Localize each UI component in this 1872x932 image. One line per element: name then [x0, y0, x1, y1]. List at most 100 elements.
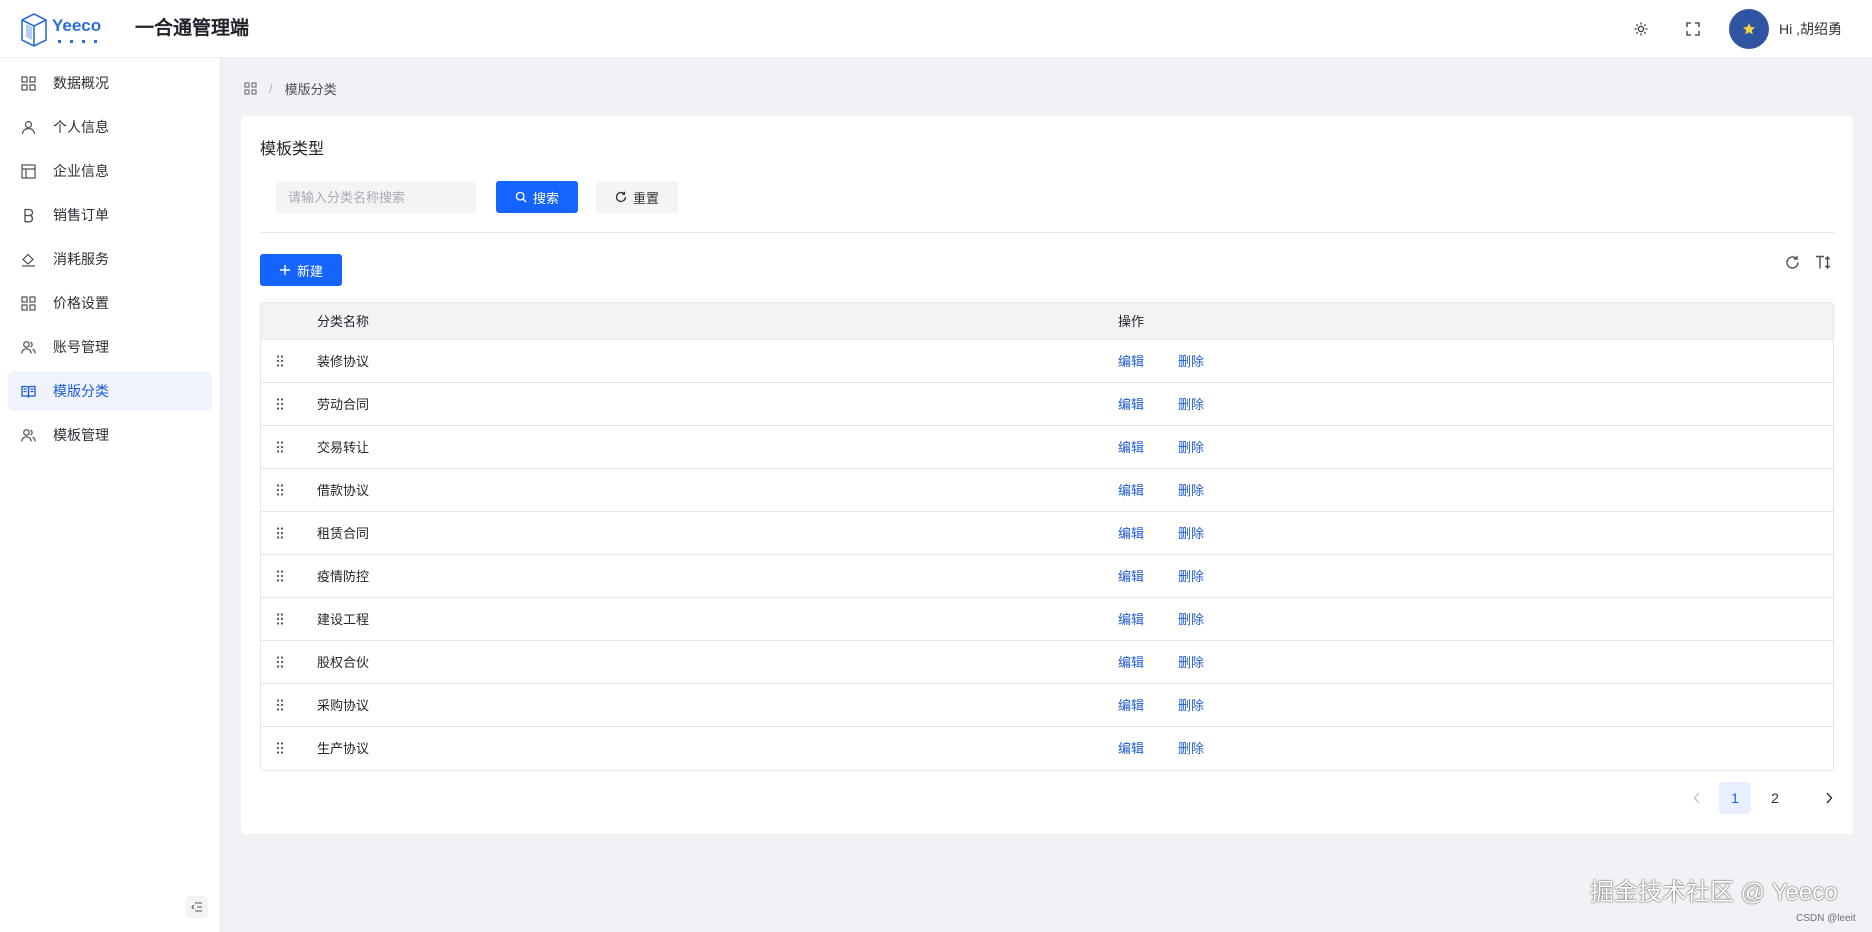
drag-handle-icon[interactable] [275, 440, 285, 454]
table-row: 租赁合同 编辑 删除 [261, 512, 1833, 555]
search-input[interactable] [276, 181, 476, 213]
breadcrumb: / 模版分类 [244, 79, 337, 97]
logo-wordmark: Yeeco [52, 16, 101, 35]
table-row: 疫情防控 编辑 删除 [261, 555, 1833, 598]
column-header-actions: 操作 [1118, 314, 1145, 329]
category-name: 疫情防控 [317, 569, 370, 584]
edit-link[interactable]: 编辑 [1118, 611, 1144, 628]
sidebar-item-company-info[interactable]: 企业信息 [8, 151, 212, 191]
category-name: 采购协议 [317, 698, 370, 713]
drag-handle-icon[interactable] [275, 741, 285, 755]
delete-link[interactable]: 删除 [1178, 525, 1204, 542]
edit-link[interactable]: 编辑 [1118, 740, 1144, 757]
table-body: 装修协议 编辑 删除 劳动合同 编辑 删除 交易转让 编辑 删除 借款协议 编辑 删除 租赁合同 编辑 删除… [261, 340, 1833, 770]
user-greeting[interactable]: Hi ,胡绍勇 [1779, 19, 1842, 39]
search-button-label: 搜索 [532, 190, 559, 206]
bold-b-icon [20, 207, 36, 223]
sidebar-item-label: 企业信息 [53, 163, 109, 179]
layout-icon [20, 163, 36, 179]
table-row: 生产协议 编辑 删除 [261, 727, 1833, 770]
sidebar-item-account-management[interactable]: 账号管理 [8, 327, 212, 367]
sidebar-item-label: 价格设置 [53, 295, 109, 311]
delete-link[interactable]: 删除 [1178, 611, 1204, 628]
table-row: 股权合伙 编辑 删除 [261, 641, 1833, 684]
drag-handle-icon[interactable] [275, 655, 285, 669]
edit-link[interactable]: 编辑 [1118, 697, 1144, 714]
drag-handle-icon[interactable] [275, 612, 285, 626]
users-icon [20, 339, 36, 355]
drag-handle-icon[interactable] [275, 569, 285, 583]
column-header-name: 分类名称 [317, 314, 370, 329]
avatar[interactable] [1729, 9, 1769, 49]
drag-handle-icon[interactable] [275, 483, 285, 497]
delete-link[interactable]: 删除 [1178, 439, 1204, 456]
category-table: 分类名称 操作 装修协议 编辑 删除 劳动合同 编辑 删除 交易转让 编辑 删除 借款协议 编辑 删除… [260, 302, 1834, 771]
drag-handle-icon[interactable] [275, 698, 285, 712]
category-name: 租赁合同 [317, 526, 370, 541]
sidebar-item-template-category[interactable]: 模版分类 [8, 371, 212, 411]
delete-link[interactable]: 删除 [1178, 396, 1204, 413]
table-row: 劳动合同 编辑 删除 [261, 383, 1833, 426]
table-row: 采购协议 编辑 删除 [261, 684, 1833, 727]
delete-link[interactable]: 删除 [1178, 740, 1204, 757]
grid-icon [20, 75, 36, 91]
delete-link[interactable]: 删除 [1178, 568, 1204, 585]
pagination-page-1[interactable]: 1 [1719, 782, 1751, 814]
table-row: 建设工程 编辑 删除 [261, 598, 1833, 641]
fullscreen-icon[interactable] [1682, 18, 1704, 40]
drag-handle-icon[interactable] [275, 354, 285, 368]
category-name: 股权合伙 [317, 655, 370, 670]
reset-button[interactable]: 重置 [596, 181, 678, 213]
delete-link[interactable]: 删除 [1178, 654, 1204, 671]
reset-button-label: 重置 [632, 190, 659, 206]
collapse-icon [191, 902, 202, 912]
category-name: 劳动合同 [317, 397, 370, 412]
sidebar-item-label: 消耗服务 [53, 251, 109, 267]
drag-handle-icon[interactable] [275, 397, 285, 411]
fill-bucket-icon [20, 251, 36, 267]
edit-link[interactable]: 编辑 [1118, 568, 1144, 585]
sidebar-item-consumption[interactable]: 消耗服务 [8, 239, 212, 279]
table-row: 装修协议 编辑 删除 [261, 340, 1833, 383]
sidebar-item-label: 销售订单 [53, 207, 109, 223]
drag-handle-icon[interactable] [275, 526, 285, 540]
chevron-right-icon [1826, 792, 1833, 804]
new-button[interactable]: 新建 [260, 254, 342, 286]
edit-link[interactable]: 编辑 [1118, 353, 1144, 370]
sidebar-item-personal-info[interactable]: 个人信息 [8, 107, 212, 147]
edit-link[interactable]: 编辑 [1118, 525, 1144, 542]
delete-link[interactable]: 删除 [1178, 482, 1204, 499]
search-button[interactable]: 搜索 [496, 181, 578, 213]
collapse-sidebar-button[interactable] [186, 896, 208, 918]
top-header: Yeeco 一合通管理端 Hi ,胡绍勇 [0, 0, 1872, 58]
pagination-next-button[interactable] [1815, 782, 1843, 814]
edit-link[interactable]: 编辑 [1118, 482, 1144, 499]
grid-icon [20, 295, 36, 311]
category-name: 借款协议 [317, 483, 370, 498]
sidebar-item-label: 模版分类 [53, 383, 109, 399]
pagination-page-2[interactable]: 2 [1759, 782, 1791, 814]
table-header: 分类名称 操作 [261, 303, 1833, 340]
sidebar-item-sales-orders[interactable]: 销售订单 [8, 195, 212, 235]
edit-link[interactable]: 编辑 [1118, 439, 1144, 456]
sidebar-item-price-settings[interactable]: 价格设置 [8, 283, 212, 323]
sidebar-item-dashboard[interactable]: 数据概况 [8, 63, 212, 103]
csdn-watermark: CSDN @leeit [1796, 913, 1856, 924]
column-height-icon[interactable] [1813, 252, 1833, 272]
pagination-prev-button[interactable] [1683, 782, 1711, 814]
refresh-icon [615, 191, 627, 203]
category-name: 装修协议 [317, 354, 370, 369]
delete-link[interactable]: 删除 [1178, 353, 1204, 370]
refresh-icon[interactable] [1782, 252, 1802, 272]
users-icon [20, 427, 36, 443]
delete-link[interactable]: 删除 [1178, 697, 1204, 714]
yeeco-logo[interactable]: Yeeco [18, 10, 120, 50]
page-title: 模板类型 [260, 141, 325, 158]
apps-icon[interactable] [244, 81, 257, 95]
sidebar-item-template-management[interactable]: 模板管理 [8, 415, 212, 455]
edit-link[interactable]: 编辑 [1118, 654, 1144, 671]
edit-link[interactable]: 编辑 [1118, 396, 1144, 413]
sidebar-item-label: 个人信息 [53, 119, 109, 135]
sun-icon[interactable] [1630, 18, 1652, 40]
plus-icon [279, 265, 290, 275]
